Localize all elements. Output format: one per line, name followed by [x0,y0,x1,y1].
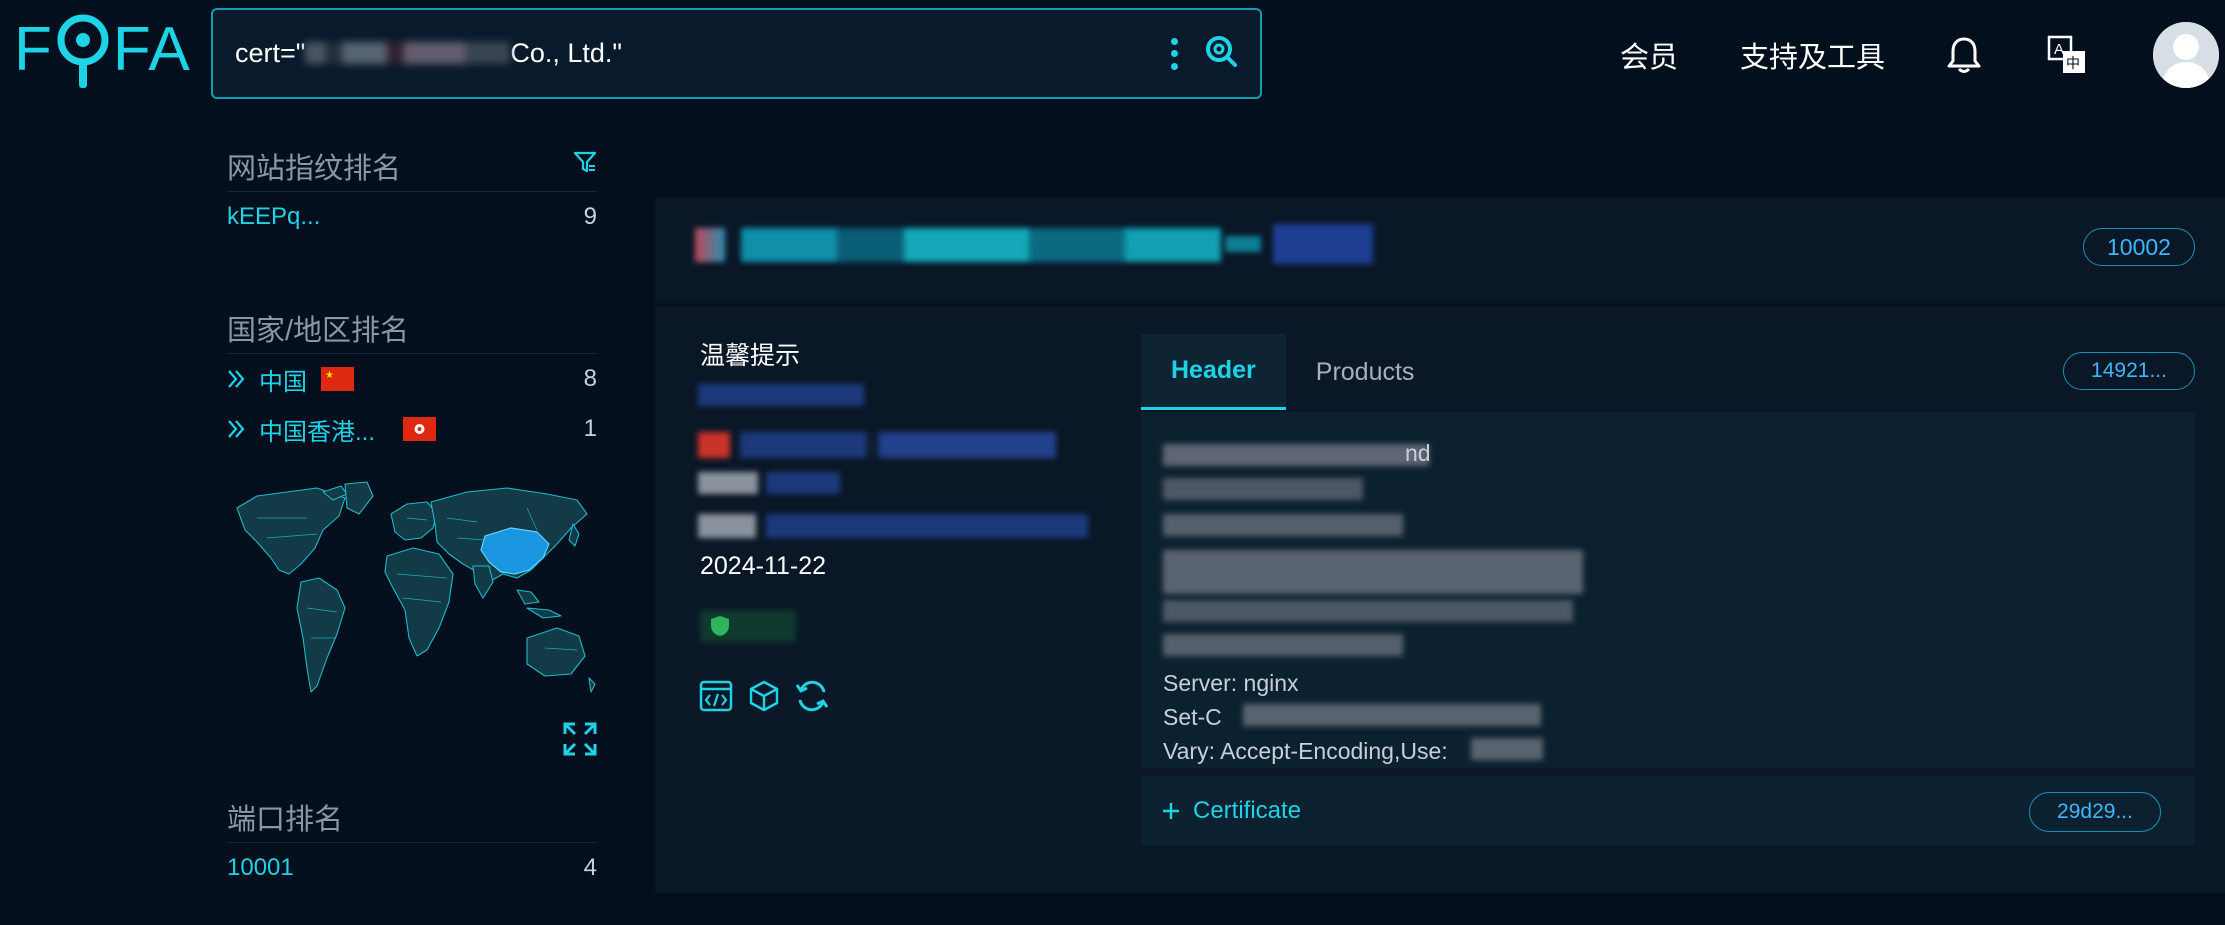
redacted-title-line [698,384,864,406]
redacted-host-link[interactable] [741,228,1221,262]
tip-title: 温馨提示 [700,342,801,370]
language-icon[interactable]: A 中 [2047,35,2087,75]
country-item-hk[interactable]: 中国香港... 1 [227,404,597,454]
redacted-asn-label [698,472,758,494]
redacted-org-link[interactable] [766,514,1088,538]
redacted-org-label [698,514,756,538]
redacted-header-line-2 [1163,478,1363,500]
hash-badge[interactable]: 14921... [2063,352,2195,390]
hong-kong-flag-icon [403,417,437,441]
header-server-line: Server: nginx [1163,670,1299,696]
tab-header[interactable]: Header [1141,334,1286,410]
fingerprint-ranking-header: 网站指纹排名 [227,140,597,192]
refresh-icon[interactable] [794,678,830,719]
port-item[interactable]: 10001 4 [227,843,597,893]
redacted-header-line-6 [1163,634,1403,656]
fofa-logo[interactable]: F FA [14,14,191,88]
shield-icon [708,614,732,643]
detail-tab-panel: Header Products 14921... nd Server: ngin… [1141,334,2195,846]
search-query-suffix: Co., Ltd." [510,38,623,68]
certificate-hash-badge[interactable]: 29d29... [2029,792,2161,832]
nav-tools-link[interactable]: 支持及工具 [1740,34,1885,76]
redacted-set-cookie-value [1243,704,1541,726]
update-date: 2024-11-22 [700,552,827,580]
fingerprint-ranking-title: 网站指纹排名 [227,152,402,185]
country-label-hk: 中国香港... [259,418,376,446]
redacted-vary-value [1471,738,1543,760]
port-ranking-title: 端口排名 [227,803,344,836]
filter-icon[interactable] [573,149,597,182]
country-count-hk: 1 [583,415,597,442]
tab-products[interactable]: Products [1286,334,1445,410]
redacted-host-favicon [695,228,725,262]
fullscreen-icon[interactable] [563,722,597,761]
svg-text:★: ★ [325,370,334,381]
logo-letters-fa: FA [112,15,191,84]
header-vary-line: Vary: Accept-Encoding,Use: [1163,738,1448,764]
nav-member-link[interactable]: 会员 [1620,34,1678,76]
country-ranking-title: 国家/地区排名 [227,314,410,347]
port-badge[interactable]: 10002 [2083,228,2195,266]
search-query[interactable]: cert=" Co., Ltd." [235,38,1170,69]
svg-text:A: A [2054,41,2064,58]
country-label-cn: 中国 [259,368,307,396]
svg-text:中: 中 [2066,56,2080,72]
redacted-header-line-5 [1163,600,1573,622]
redacted-ip-link[interactable] [1273,224,1373,264]
logo-letter-f: F [14,15,53,84]
result-toolbar [698,678,830,719]
result-card-header: 10002 [655,198,2225,304]
http-header-box: nd Server: nginx Set-C Vary: Accept-Enco… [1141,412,2195,768]
china-flag-icon: ★ [321,367,354,391]
redacted-asn-link[interactable] [766,472,840,494]
plus-icon [1163,803,1179,819]
redacted-query-text [305,42,511,64]
fingerprint-item[interactable]: kEEPq... 9 [227,192,597,242]
header-set-cookie-line: Set-C [1163,704,1222,730]
world-map[interactable] [227,478,597,756]
user-avatar[interactable] [2153,22,2219,88]
fofa-search-page: F FA cert=" Co., Ltd." 会员 支持及工具 A 中 网站指纹… [0,0,2225,925]
redacted-header-line-4 [1163,550,1583,594]
redacted-location-flag [698,432,730,458]
double-chevron-icon [228,420,245,438]
search-query-prefix: cert=" [235,38,306,68]
code-window-icon[interactable] [698,678,734,719]
redacted-header-line-1 [1163,444,1429,466]
bell-icon[interactable] [1947,36,1981,74]
top-navigation: 会员 支持及工具 A 中 [1620,0,2225,110]
left-sidebar: 网站指纹排名 kEEPq... 9 国家/地区排名 中国 ★ 8 中国香港...… [227,140,597,893]
country-item-cn[interactable]: 中国 ★ 8 [227,354,597,404]
country-ranking-header: 国家/地区排名 [227,302,597,354]
redacted-host-suffix [1225,236,1261,252]
search-bar[interactable]: cert=" Co., Ltd." [211,8,1262,99]
header-line-1-tail: nd [1405,440,1431,466]
redacted-header-line-3 [1163,514,1403,536]
double-chevron-icon [228,370,245,388]
logo-magnifier-icon [55,8,111,92]
country-count-cn: 8 [583,365,597,392]
certificate-label: Certificate [1193,797,1302,824]
cube-icon[interactable] [746,678,782,719]
detail-tabs: Header Products [1141,334,1444,410]
fingerprint-item-label: kEEPq... [227,203,321,230]
port-item-label: 10001 [227,854,294,881]
search-icon[interactable] [1204,34,1238,73]
redacted-location-text[interactable] [740,432,1056,458]
more-options-icon[interactable] [1170,37,1178,70]
fingerprint-item-count: 9 [583,203,597,230]
port-ranking-header: 端口排名 [227,791,597,843]
port-item-count: 4 [583,854,597,881]
